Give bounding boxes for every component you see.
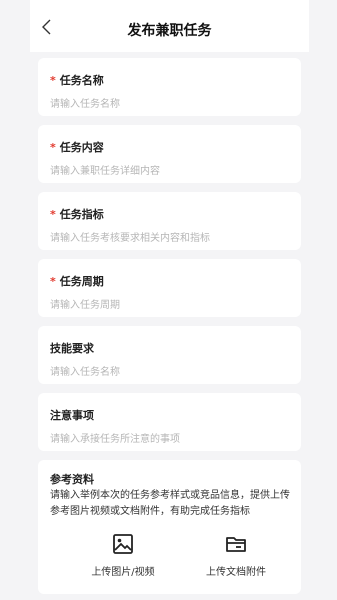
required-mark: * (50, 275, 56, 288)
required-mark: * (50, 74, 56, 87)
top-bar: 发布兼职任务 (30, 0, 309, 52)
page-title: 发布兼职任务 (127, 23, 212, 39)
field-label: * 任务周期 (50, 275, 104, 288)
task-content-input[interactable] (50, 163, 290, 179)
field-card-task-period: * 任务周期 (38, 259, 301, 317)
field-label: 技能要求 (50, 342, 94, 355)
field-card-task-content: * 任务内容 (38, 125, 301, 183)
required-mark: * (50, 208, 56, 221)
folder-icon (226, 537, 246, 552)
field-card-skill-requirements: 技能要求 (38, 326, 301, 384)
task-name-input[interactable] (50, 96, 290, 112)
reference-card: 参考资料 请输入举例本次的任务参考样式或竞品信息，提供上传参考图片视频或文档附件… (38, 460, 301, 594)
required-mark: * (50, 141, 56, 154)
upload-media-label: 上传图片/视频 (91, 567, 155, 578)
field-label: 注意事项 (50, 409, 94, 422)
notes-input[interactable] (50, 431, 290, 447)
field-label: * 任务指标 (50, 208, 104, 221)
field-label: * 任务内容 (50, 141, 104, 154)
field-card-notes: 注意事项 (38, 393, 301, 451)
field-card-task-name: * 任务名称 (38, 58, 301, 116)
task-metrics-input[interactable] (50, 230, 290, 246)
field-card-task-metrics: * 任务指标 (38, 192, 301, 250)
upload-document-button[interactable]: 上传文档附件 (191, 533, 281, 578)
upload-media-button[interactable]: 上传图片/视频 (78, 533, 168, 578)
reference-description: 请输入举例本次的任务参考样式或竞品信息，提供上传参考图片视频或文档附件，有助完成… (50, 490, 290, 517)
field-label: * 任务名称 (50, 74, 104, 87)
page: 发布兼职任务 *任务名称 *任务内容 *任务指标 *任务周期 技能要求 注意事项… (30, 0, 309, 600)
reference-label: 参考资料 (50, 473, 94, 486)
task-period-input[interactable] (50, 297, 290, 313)
image-icon (113, 534, 133, 554)
upload-document-label: 上传文档附件 (206, 567, 266, 578)
skill-requirements-input[interactable] (50, 364, 290, 380)
